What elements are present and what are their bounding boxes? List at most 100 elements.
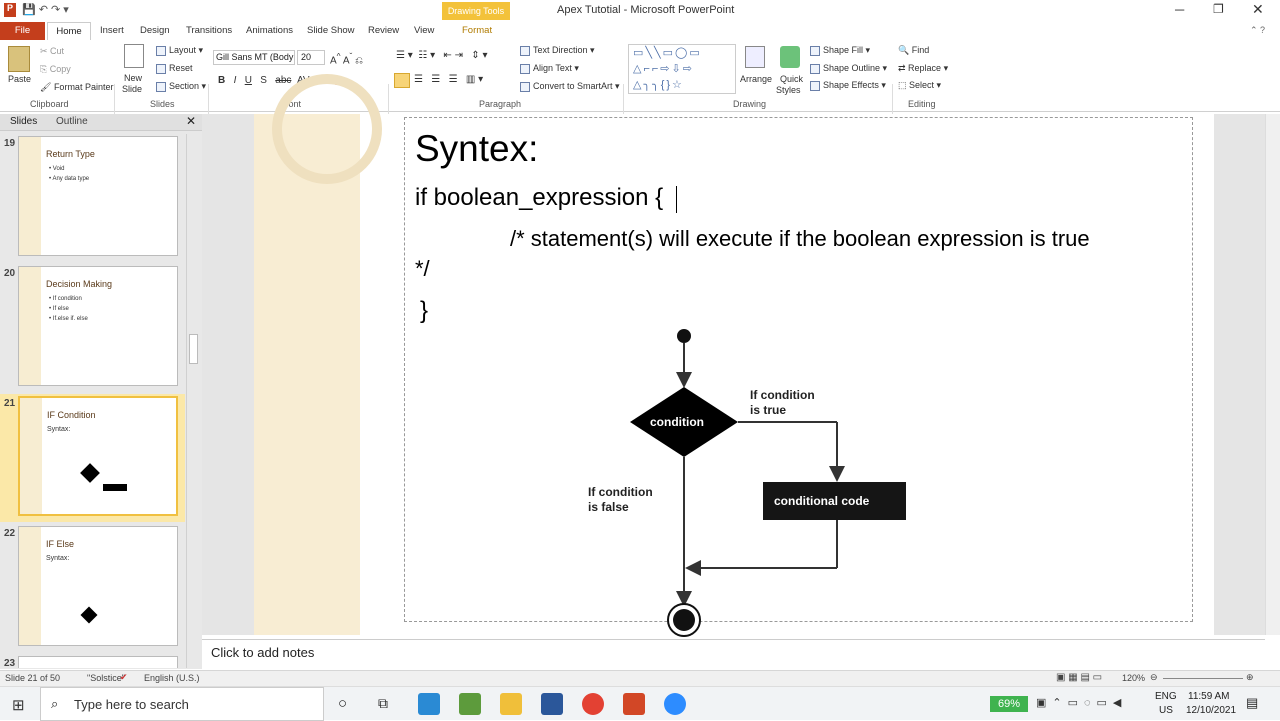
canvas-scrollbar[interactable]: ▾ (1265, 114, 1280, 713)
shape-effects-label: Shape Effects (823, 80, 879, 90)
close-icon[interactable]: ✕ (1252, 1, 1264, 18)
notes-placeholder[interactable]: Click to add notes (211, 645, 314, 660)
shape-fill-button[interactable]: Shape Fill ▾ (810, 45, 870, 56)
maximize-icon[interactable]: ❐ (1213, 2, 1224, 16)
view-buttons[interactable]: ▣ ▦ ▤ ▭ (1056, 672, 1102, 683)
format-painter-button[interactable]: 🖌 Format Painter (40, 82, 113, 93)
font-name-select[interactable]: Gill Sans MT (Body (213, 50, 295, 65)
battery-indicator[interactable]: 69% (990, 696, 1028, 712)
tab-design[interactable]: Design (140, 25, 170, 36)
replace-button[interactable]: ⇄ Replace ▾ (898, 63, 948, 74)
slide-number: 19 (4, 138, 16, 149)
font-size-select[interactable]: 20 (297, 50, 325, 65)
arrange-button[interactable]: Arrange (740, 74, 772, 84)
code-line-3[interactable]: */ (415, 256, 430, 282)
align-text-icon (520, 63, 530, 74)
notification-icon[interactable]: ▤ (1246, 695, 1258, 711)
layout-button[interactable]: Layout ▾ (156, 45, 203, 56)
find-button[interactable]: 🔍 Find (898, 45, 929, 56)
vscode-icon[interactable] (418, 693, 440, 715)
zoom-level[interactable]: 120% (1122, 673, 1145, 683)
smartart-button[interactable]: Convert to SmartArt ▾ (520, 81, 620, 92)
tab-slides[interactable]: Slides (10, 116, 37, 127)
windows-start-icon[interactable]: ⊞ (12, 696, 25, 714)
layout-label: Layout (169, 45, 197, 55)
flowchart[interactable] (404, 320, 1193, 640)
group-editing: Editing (908, 99, 936, 109)
tab-view[interactable]: View (414, 25, 434, 36)
slide-thumbnail[interactable]: 23 (0, 654, 185, 668)
copy-button[interactable]: ⎘ Copy (40, 64, 71, 75)
tab-file[interactable]: File (0, 22, 45, 40)
drawing-tools-label: Drawing Tools (442, 2, 510, 20)
chrome-icon[interactable] (582, 693, 604, 715)
zoom-app-icon[interactable] (664, 693, 686, 715)
section-label: Section (169, 81, 200, 91)
tab-home[interactable]: Home (47, 22, 91, 41)
cut-button[interactable]: ✂ Cut (40, 46, 64, 57)
clock-date[interactable]: 12/10/2021 (1186, 705, 1236, 716)
help-icon[interactable]: ⌃ ? (1250, 25, 1265, 36)
panel-scroll-thumb[interactable] (189, 334, 198, 364)
quick-styles-label-2[interactable]: Styles (776, 85, 801, 95)
reset-button[interactable]: Reset (156, 63, 193, 74)
tab-transitions[interactable]: Transitions (186, 25, 232, 36)
slide-heading[interactable]: Syntex: (415, 128, 538, 170)
shape-outline-button[interactable]: Shape Outline ▾ (810, 63, 887, 74)
zoom-slider[interactable] (1163, 678, 1243, 679)
align-left-button[interactable] (394, 73, 410, 88)
arrange-icon[interactable] (745, 46, 765, 68)
panel-scrollbar[interactable] (186, 134, 200, 668)
section-icon (156, 81, 166, 92)
file-explorer-icon[interactable] (500, 693, 522, 715)
slide-thumbnail-selected[interactable]: 21 IF Condition Syntax: (0, 394, 185, 522)
tab-insert[interactable]: Insert (100, 25, 124, 36)
code-line-1[interactable]: if boolean_expression { (415, 184, 663, 212)
align-text-button[interactable]: Align Text ▾ (520, 63, 579, 74)
app-green-icon[interactable] (459, 693, 481, 715)
paste-button[interactable]: Paste (8, 74, 31, 84)
new-slide-icon[interactable] (124, 44, 144, 68)
quick-styles-label[interactable]: Quick (780, 74, 803, 84)
powerpoint-taskbar-icon[interactable] (623, 693, 645, 715)
new-slide-label[interactable]: New (124, 73, 142, 83)
select-button[interactable]: ⬚ Select ▾ (898, 80, 941, 91)
thumbnail-diamond (80, 463, 100, 483)
zoom-out-icon[interactable]: ⊖ (1150, 672, 1158, 683)
language-indicator[interactable]: ENG (1155, 691, 1177, 702)
minimize-icon[interactable]: ─ (1175, 2, 1184, 17)
quick-styles-icon[interactable] (780, 46, 800, 68)
system-tray-icons[interactable]: ▣⌃▭◌▭◀ (1036, 696, 1127, 709)
shape-effects-button[interactable]: Shape Effects ▾ (810, 80, 886, 91)
slide-thumbnail[interactable]: 22 IF Else Syntax: (0, 524, 185, 652)
quick-access-toolbar[interactable]: 💾 ↶ ↷ ▾ (22, 3, 69, 16)
tab-outline[interactable]: Outline (56, 116, 88, 127)
task-view-icon[interactable]: ⧉ (378, 695, 388, 712)
code-line-2[interactable]: /* statement(s) will execute if the bool… (510, 226, 1090, 252)
shapes-gallery[interactable]: ▭╲╲▭◯▭ △⌐⌐⇨⇩⇨ △╮╮{}☆ (628, 44, 736, 94)
grow-shrink-font-buttons[interactable]: A^ Aˇ ⎌ (330, 51, 363, 66)
list-buttons[interactable]: ☰ ▾ ☷ ▾ ⇤ ⇥ ⇕ ▾ (396, 50, 487, 61)
paste-icon[interactable] (8, 46, 30, 72)
clock-time[interactable]: 11:59 AM (1188, 691, 1230, 702)
taskbar-search-box[interactable]: ⌕ Type here to search (40, 687, 324, 721)
slide-thumbnail[interactable]: 19 Return Type • Void • Any data type (0, 134, 185, 262)
section-button[interactable]: Section ▾ (156, 81, 206, 92)
alignment-buttons[interactable]: ☰ ☰ ☰ ▥ ▾ (414, 74, 483, 85)
cortana-icon[interactable]: ○ (338, 695, 347, 712)
true-label-1: If condition (750, 388, 815, 402)
notes-pane[interactable]: Click to add notes (202, 639, 1265, 669)
zoom-in-icon[interactable]: ⊕ (1246, 672, 1254, 683)
tab-format[interactable]: Format (462, 25, 492, 36)
close-panel-icon[interactable]: ✕ (186, 114, 196, 128)
new-slide-label-2[interactable]: Slide (122, 84, 142, 94)
tab-slide-show[interactable]: Slide Show (307, 25, 355, 36)
text-direction-button[interactable]: Text Direction ▾ (520, 45, 595, 56)
word-icon[interactable] (541, 693, 563, 715)
language-status[interactable]: English (U.S.) (144, 673, 200, 683)
slide-thumbnail[interactable]: 20 Decision Making • If condition • If e… (0, 264, 185, 392)
spellcheck-icon[interactable]: ✔ (120, 672, 128, 683)
tab-animations[interactable]: Animations (246, 25, 293, 36)
tab-review[interactable]: Review (368, 25, 399, 36)
group-slides: Slides (150, 99, 175, 109)
